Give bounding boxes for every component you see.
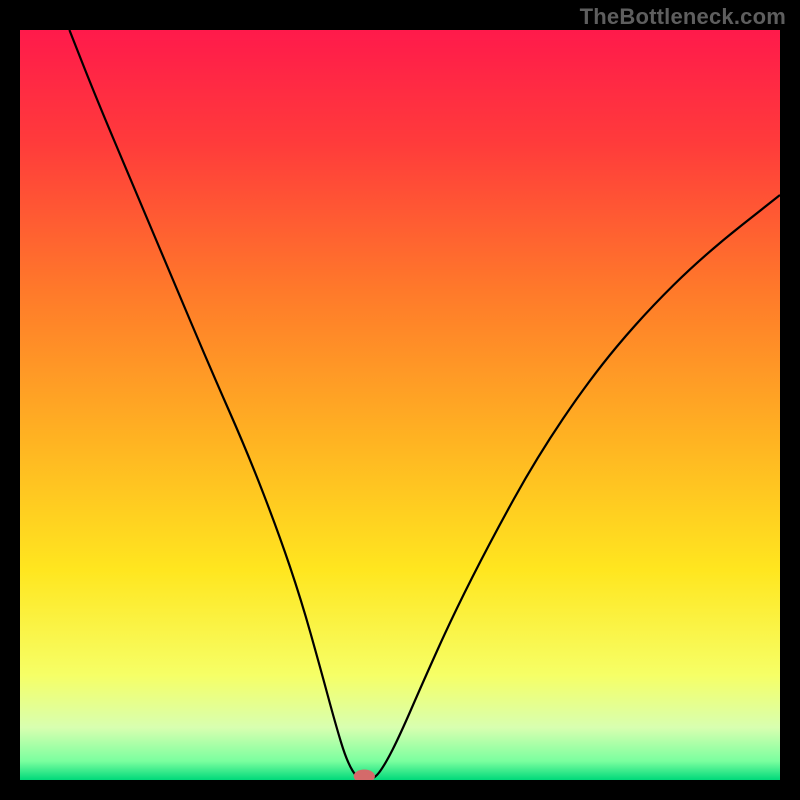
chart-container: TheBottleneck.com — [0, 0, 800, 800]
watermark-label: TheBottleneck.com — [580, 4, 786, 30]
bottleneck-plot — [20, 30, 780, 780]
plot-frame — [20, 30, 780, 780]
gradient-background — [20, 30, 780, 780]
